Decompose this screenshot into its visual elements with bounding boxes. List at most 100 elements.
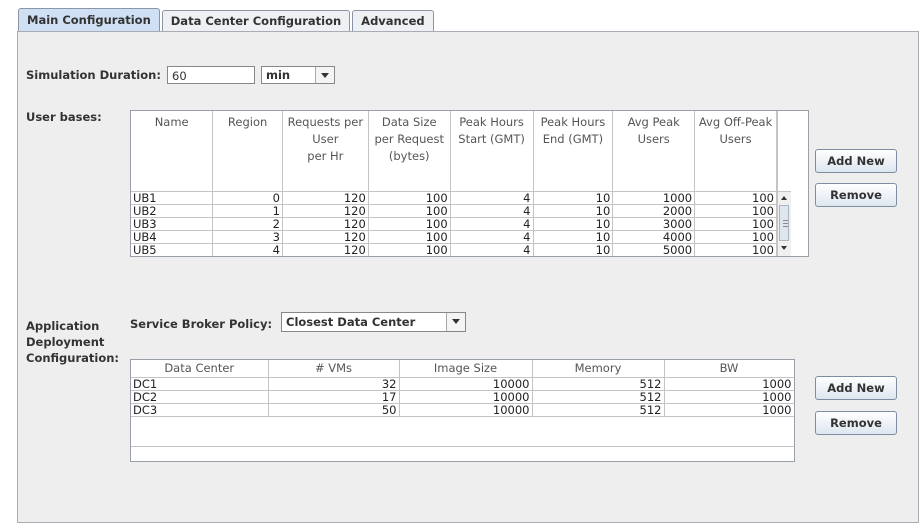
user-bases-header-row: Name Region Requests per User per Hr Data … xyxy=(131,111,777,192)
table-cell[interactable]: 32 xyxy=(268,377,400,391)
table-cell[interactable]: 2 xyxy=(212,217,283,231)
table-cell[interactable]: 100 xyxy=(694,204,777,218)
table-cell[interactable]: UB4 xyxy=(131,230,214,244)
table-row[interactable]: DC3 50 10000 512 1000 xyxy=(131,403,794,417)
data-center-add-new-button[interactable]: Add New xyxy=(815,376,897,400)
table-cell[interactable]: 4 xyxy=(450,217,534,231)
column-header-peak-end[interactable]: Peak Hours End (GMT) xyxy=(533,111,614,192)
user-bases-scrollbar[interactable] xyxy=(777,192,791,256)
table-cell[interactable]: 120 xyxy=(282,243,369,256)
table-row[interactable]: UB5 4 120 100 4 10 5000 100 xyxy=(131,243,777,256)
data-center-header-row: Data Center # VMs Image Size Memory BW xyxy=(131,360,794,378)
column-header-peak-start[interactable]: Peak Hours Start (GMT) xyxy=(450,111,534,192)
table-cell[interactable]: 10 xyxy=(533,243,614,256)
table-cell[interactable]: 100 xyxy=(694,217,777,231)
table-cell[interactable]: 512 xyxy=(532,390,665,404)
column-header-region[interactable]: Region xyxy=(212,111,283,192)
application-deployment-label: Application Deployment Configuration: xyxy=(26,319,120,365)
table-cell[interactable]: 10000 xyxy=(399,403,533,417)
table-cell[interactable]: 10 xyxy=(533,204,614,218)
table-row[interactable]: DC1 32 10000 512 1000 xyxy=(131,377,794,391)
table-cell[interactable]: 10 xyxy=(533,191,614,205)
table-cell[interactable]: 120 xyxy=(282,230,369,244)
table-cell[interactable]: UB1 xyxy=(131,191,214,205)
table-cell[interactable]: 0 xyxy=(212,191,283,205)
table-cell[interactable]: 4 xyxy=(450,243,534,256)
table-cell[interactable]: 50 xyxy=(268,403,400,417)
table-cell[interactable]: 512 xyxy=(532,403,665,417)
column-header-data-center[interactable]: Data Center xyxy=(131,360,269,378)
tab-main-configuration[interactable]: Main Configuration xyxy=(18,8,160,31)
table-cell[interactable]: 10000 xyxy=(399,377,533,391)
duration-unit-select[interactable]: min xyxy=(261,66,335,84)
table-cell[interactable]: 2000 xyxy=(612,204,696,218)
tab-data-center-configuration[interactable]: Data Center Configuration xyxy=(161,10,351,31)
table-cell[interactable]: 5000 xyxy=(612,243,696,256)
table-cell[interactable]: 10000 xyxy=(399,390,533,404)
table-cell[interactable]: 100 xyxy=(368,230,451,244)
table-cell[interactable]: 17 xyxy=(268,390,400,404)
tab-advanced[interactable]: Advanced xyxy=(352,10,434,31)
service-broker-policy-select[interactable]: Closest Data Center xyxy=(281,312,466,332)
table-cell[interactable]: 1000 xyxy=(664,403,794,417)
column-header-name[interactable]: Name xyxy=(131,111,214,192)
column-header-image-size[interactable]: Image Size xyxy=(399,360,533,378)
table-cell[interactable]: DC2 xyxy=(131,390,269,404)
column-header-avg-peak-users[interactable]: Avg Peak Users xyxy=(612,111,696,192)
column-header-bw[interactable]: BW xyxy=(664,360,794,378)
table-cell[interactable]: 4000 xyxy=(612,230,696,244)
column-header-requests-per-user[interactable]: Requests per User per Hr xyxy=(282,111,369,192)
table-cell[interactable]: 3 xyxy=(212,230,283,244)
table-cell[interactable]: 1000 xyxy=(664,377,794,391)
table-cell[interactable]: 512 xyxy=(532,377,665,391)
scrollbar-thumb[interactable] xyxy=(779,205,789,241)
table-cell[interactable]: 3000 xyxy=(612,217,696,231)
table-row[interactable]: UB2 1 120 100 4 10 2000 100 xyxy=(131,204,777,218)
service-broker-policy-value: Closest Data Center xyxy=(286,315,416,329)
table-cell[interactable]: 1 xyxy=(212,204,283,218)
scroll-up-icon[interactable] xyxy=(778,192,791,204)
table-cell[interactable]: 1000 xyxy=(612,191,696,205)
table-cell[interactable]: 4 xyxy=(212,243,283,256)
user-bases-add-new-button[interactable]: Add New xyxy=(815,149,897,173)
simulation-duration-input[interactable]: 60 xyxy=(167,66,255,84)
table-cell[interactable]: DC1 xyxy=(131,377,269,391)
table-row[interactable]: UB1 0 120 100 4 10 1000 100 xyxy=(131,191,777,205)
data-center-remove-button[interactable]: Remove xyxy=(815,411,897,435)
column-header-vms[interactable]: # VMs xyxy=(268,360,400,378)
table-divider xyxy=(131,446,794,447)
table-cell[interactable]: 100 xyxy=(368,191,451,205)
table-cell[interactable]: UB5 xyxy=(131,243,214,256)
table-cell[interactable]: UB3 xyxy=(131,217,214,231)
tab-strip: Main Configuration Data Center Configura… xyxy=(18,8,436,32)
table-cell[interactable]: UB2 xyxy=(131,204,214,218)
table-cell[interactable]: 10 xyxy=(533,230,614,244)
table-row[interactable]: DC2 17 10000 512 1000 xyxy=(131,390,794,404)
table-cell[interactable]: 100 xyxy=(368,204,451,218)
duration-unit-value: min xyxy=(266,68,291,82)
table-row[interactable]: UB3 2 120 100 4 10 3000 100 xyxy=(131,217,777,231)
table-cell[interactable]: 120 xyxy=(282,204,369,218)
column-header-avg-offpeak-users[interactable]: Avg Off-Peak Users xyxy=(694,111,777,192)
column-header-memory[interactable]: Memory xyxy=(532,360,665,378)
user-bases-remove-button[interactable]: Remove xyxy=(815,183,897,207)
column-header-data-size[interactable]: Data Size per Request (bytes) xyxy=(368,111,451,192)
table-cell[interactable]: 4 xyxy=(450,230,534,244)
table-cell[interactable]: 4 xyxy=(450,191,534,205)
table-cell[interactable]: DC3 xyxy=(131,403,269,417)
table-cell[interactable]: 100 xyxy=(694,191,777,205)
user-bases-label: User bases: xyxy=(26,110,102,124)
table-cell[interactable]: 100 xyxy=(368,243,451,256)
table-cell[interactable]: 100 xyxy=(694,243,777,256)
table-cell[interactable]: 120 xyxy=(282,217,369,231)
chevron-down-icon xyxy=(315,67,334,83)
table-cell[interactable]: 100 xyxy=(694,230,777,244)
table-cell[interactable]: 120 xyxy=(282,191,369,205)
table-cell[interactable]: 100 xyxy=(368,217,451,231)
scroll-down-icon[interactable] xyxy=(778,242,791,254)
table-cell[interactable]: 10 xyxy=(533,217,614,231)
table-row[interactable]: UB4 3 120 100 4 10 4000 100 xyxy=(131,230,777,244)
table-cell[interactable]: 4 xyxy=(450,204,534,218)
table-cell[interactable]: 1000 xyxy=(664,390,794,404)
scrollbar-corner xyxy=(777,111,791,192)
